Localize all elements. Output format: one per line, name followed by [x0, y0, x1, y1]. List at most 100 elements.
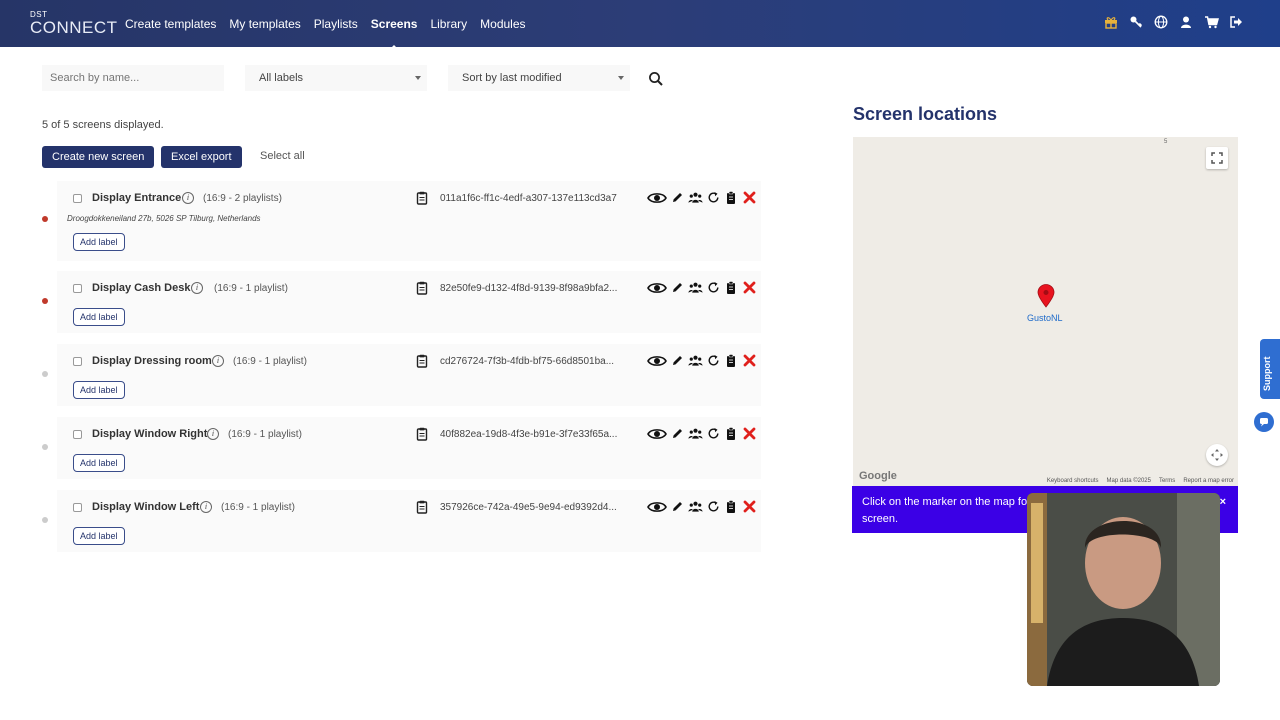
search-input[interactable]	[42, 65, 224, 91]
edit-pencil-icon[interactable]	[670, 499, 685, 514]
users-group-icon[interactable]	[688, 353, 703, 368]
nav-create-templates[interactable]: Create templates	[125, 17, 216, 31]
chat-icon[interactable]	[1254, 412, 1274, 432]
screen-checkbox[interactable]	[73, 503, 82, 512]
map-pan-button[interactable]	[1206, 444, 1228, 466]
select-all-link[interactable]: Select all	[260, 150, 305, 162]
refresh-icon[interactable]	[706, 280, 721, 295]
top-navigation-bar: DST CONNECT Create templates My template…	[0, 0, 1280, 50]
info-icon[interactable]: i	[200, 501, 212, 513]
cart-icon[interactable]	[1203, 14, 1219, 30]
screen-checkbox[interactable]	[73, 430, 82, 439]
screen-name[interactable]: Display Window Left	[92, 501, 199, 513]
screen-name[interactable]: Display Window Right	[92, 428, 207, 440]
preview-eye-icon[interactable]	[647, 426, 667, 441]
add-label-button[interactable]: Add label	[73, 233, 125, 251]
preview-eye-icon[interactable]	[647, 190, 667, 205]
users-group-icon[interactable]	[688, 280, 703, 295]
clipboard-icon[interactable]	[724, 353, 739, 368]
status-dot	[42, 444, 48, 450]
screen-name[interactable]: Display Cash Desk	[92, 282, 190, 294]
add-label-button[interactable]: Add label	[73, 308, 125, 326]
screen-actions	[647, 190, 757, 205]
delete-icon[interactable]	[742, 353, 757, 368]
report-map-error-link[interactable]: Report a map error	[1183, 478, 1234, 484]
map-footer: Keyboard shortcuts Map data ©2025 Terms …	[1047, 478, 1234, 484]
copy-id-icon[interactable]	[416, 354, 428, 368]
refresh-icon[interactable]	[706, 353, 721, 368]
screen-meta: (16:9 - 1 playlist)	[228, 429, 302, 440]
globe-icon[interactable]	[1153, 14, 1169, 30]
add-label-button[interactable]: Add label	[73, 381, 125, 399]
copy-id-icon[interactable]	[416, 427, 428, 441]
support-label: Support	[1262, 356, 1272, 392]
dst-connect-logo[interactable]: DST CONNECT	[30, 11, 118, 37]
screen-locations-map[interactable]: 5 GustoNL Google Keyboard shortcuts Map …	[853, 137, 1238, 487]
webcam-video-overlay	[1027, 493, 1220, 686]
screen-name[interactable]: Display Dressing room	[92, 355, 212, 367]
copy-id-icon[interactable]	[416, 281, 428, 295]
add-label-button[interactable]: Add label	[73, 454, 125, 472]
delete-icon[interactable]	[742, 426, 757, 441]
terms-link[interactable]: Terms	[1159, 478, 1175, 484]
edit-pencil-icon[interactable]	[670, 280, 685, 295]
gift-icon[interactable]	[1103, 14, 1119, 30]
map-title: Screen locations	[853, 104, 998, 124]
screen-id: 357926ce-742a-49e5-9e94-ed9392d4...	[440, 502, 617, 513]
screen-meta: (16:9 - 1 playlist)	[214, 283, 288, 294]
logout-icon[interactable]	[1228, 14, 1244, 30]
screen-row: Display Entrance i (16:9 - 2 playlists) Dro…	[57, 181, 761, 261]
preview-eye-icon[interactable]	[647, 280, 667, 295]
delete-icon[interactable]	[742, 190, 757, 205]
keyboard-shortcuts-link[interactable]: Keyboard shortcuts	[1047, 478, 1099, 484]
copy-id-icon[interactable]	[416, 500, 428, 514]
refresh-icon[interactable]	[706, 190, 721, 205]
support-tab[interactable]: Support	[1260, 339, 1280, 399]
excel-export-button[interactable]: Excel export	[161, 146, 242, 168]
users-group-icon[interactable]	[688, 190, 703, 205]
screen-checkbox[interactable]	[73, 194, 82, 203]
clipboard-icon[interactable]	[724, 499, 739, 514]
map-marker-icon[interactable]	[1037, 284, 1055, 308]
key-icon[interactable]	[1128, 14, 1144, 30]
search-icon[interactable]	[648, 71, 664, 87]
nav-playlists[interactable]: Playlists	[314, 17, 358, 31]
info-icon[interactable]: i	[191, 282, 203, 294]
screen-checkbox[interactable]	[73, 284, 82, 293]
sort-select[interactable]: Sort by last modified	[448, 65, 630, 91]
preview-eye-icon[interactable]	[647, 499, 667, 514]
screen-id: cd276724-7f3b-4fdb-bf75-66d8501ba...	[440, 356, 615, 367]
preview-eye-icon[interactable]	[647, 353, 667, 368]
nav-library[interactable]: Library	[430, 17, 467, 31]
refresh-icon[interactable]	[706, 426, 721, 441]
fullscreen-button[interactable]	[1206, 147, 1228, 169]
labels-select[interactable]: All labels	[245, 65, 427, 91]
clipboard-icon[interactable]	[724, 190, 739, 205]
nav-my-templates[interactable]: My templates	[229, 17, 300, 31]
clipboard-icon[interactable]	[724, 280, 739, 295]
labels-select-value: All labels	[259, 72, 304, 84]
edit-pencil-icon[interactable]	[670, 426, 685, 441]
create-new-screen-button[interactable]: Create new screen	[42, 146, 155, 168]
screen-actions	[647, 499, 757, 514]
edit-pencil-icon[interactable]	[670, 190, 685, 205]
nav-screens[interactable]: Screens	[371, 17, 417, 50]
info-icon[interactable]: i	[207, 428, 219, 440]
nav-modules[interactable]: Modules	[480, 17, 525, 31]
users-group-icon[interactable]	[688, 426, 703, 441]
screen-checkbox[interactable]	[73, 357, 82, 366]
delete-icon[interactable]	[742, 499, 757, 514]
status-dot	[42, 517, 48, 523]
close-icon[interactable]: ×	[1220, 494, 1226, 511]
add-label-button[interactable]: Add label	[73, 527, 125, 545]
info-icon[interactable]: i	[212, 355, 224, 367]
info-icon[interactable]: i	[182, 192, 194, 204]
copy-id-icon[interactable]	[416, 191, 428, 205]
refresh-icon[interactable]	[706, 499, 721, 514]
edit-pencil-icon[interactable]	[670, 353, 685, 368]
delete-icon[interactable]	[742, 280, 757, 295]
screen-name[interactable]: Display Entrance	[92, 192, 181, 204]
users-group-icon[interactable]	[688, 499, 703, 514]
clipboard-icon[interactable]	[724, 426, 739, 441]
user-icon[interactable]	[1178, 14, 1194, 30]
